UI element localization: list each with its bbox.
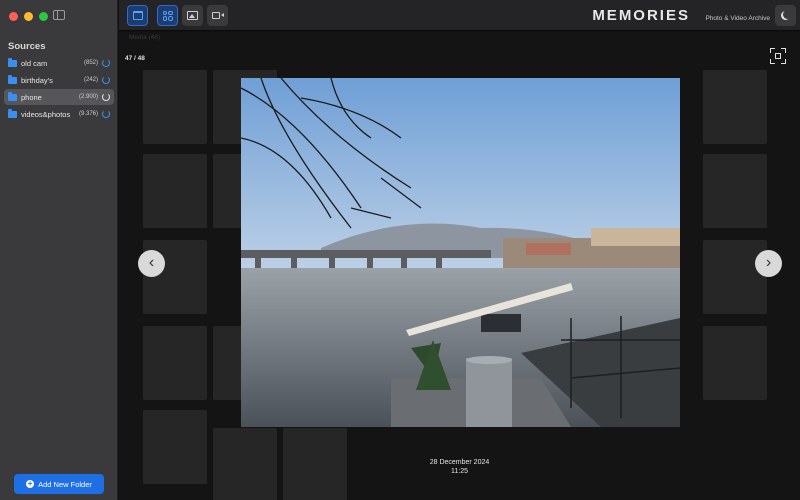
source-name: videos&photos (21, 109, 71, 119)
source-count: (2.900) (78, 94, 98, 100)
grid-view-button[interactable] (157, 5, 178, 26)
calendar-view-button[interactable] (127, 5, 148, 26)
fullscreen-icon[interactable] (770, 48, 786, 64)
source-name: phone (21, 92, 42, 102)
refresh-icon[interactable] (102, 76, 110, 84)
thumbnail (703, 326, 767, 400)
photo-date: 28 December 2024 (429, 459, 490, 466)
videos-filter-button[interactable] (207, 5, 228, 26)
add-new-folder-button[interactable]: + Add New Folder (14, 474, 104, 494)
refresh-icon[interactable] (102, 93, 110, 101)
source-item-phone[interactable]: phone (2.900) (4, 89, 114, 105)
folder-icon (8, 74, 17, 84)
photo-preview (241, 78, 680, 427)
sources-list: old cam (852) birthday's (242) phone (2.… (4, 55, 114, 123)
media-viewer: Media (48) 47 / 48 ‹ › 28 December 2024 … (119, 32, 800, 500)
zoom-window-button[interactable] (39, 12, 48, 21)
refresh-icon[interactable] (102, 59, 110, 67)
moon-icon (783, 10, 792, 19)
source-name: birthday's (21, 75, 53, 85)
grid-icon (162, 10, 173, 21)
source-count: (242) (83, 77, 98, 83)
image-counter: 47 / 48 (125, 55, 145, 62)
folder-icon (8, 57, 17, 67)
app-subtitle: Photo & Video Archive (705, 15, 770, 22)
thumbnail (703, 70, 767, 144)
source-item-old-cam[interactable]: old cam (852) (4, 55, 114, 71)
add-new-folder-label: Add New Folder (38, 479, 92, 489)
sources-title: Sources (8, 41, 46, 52)
folder-icon (8, 91, 17, 101)
close-window-button[interactable] (9, 12, 18, 21)
refresh-icon[interactable] (102, 110, 110, 118)
folder-icon (8, 108, 17, 118)
thumbnail (703, 154, 767, 228)
photo-time: 11:25 (451, 468, 468, 475)
photo-image (241, 78, 680, 427)
thumbnail (143, 70, 207, 144)
plus-icon: + (26, 479, 35, 488)
photos-filter-button[interactable] (182, 5, 203, 26)
previous-image-button[interactable]: ‹ (138, 250, 165, 277)
source-item-videos-photos[interactable]: videos&photos (9.376) (4, 106, 114, 122)
source-name: old cam (21, 58, 48, 68)
source-item-birthdays[interactable]: birthday's (242) (4, 72, 114, 88)
app-title: MEMORIES (592, 7, 690, 24)
calendar-icon (132, 11, 143, 20)
thumbnail (143, 154, 207, 228)
source-count: (852) (83, 60, 98, 66)
minimize-window-button[interactable] (24, 12, 33, 21)
next-image-button[interactable]: › (755, 250, 782, 277)
image-icon (187, 11, 198, 20)
sidebar-toggle-icon[interactable] (53, 10, 65, 20)
source-count: (9.376) (78, 111, 98, 117)
thumbnail (143, 326, 207, 400)
video-icon (212, 12, 224, 19)
thumbnail (703, 240, 767, 314)
toolbar: MEMORIES Photo & Video Archive (119, 0, 800, 31)
dark-mode-toggle[interactable] (775, 5, 796, 26)
window-controls (9, 12, 48, 21)
sidebar: Sources old cam (852) birthday's (242) p… (0, 0, 118, 500)
media-grid-label: Media (48) (129, 34, 161, 41)
